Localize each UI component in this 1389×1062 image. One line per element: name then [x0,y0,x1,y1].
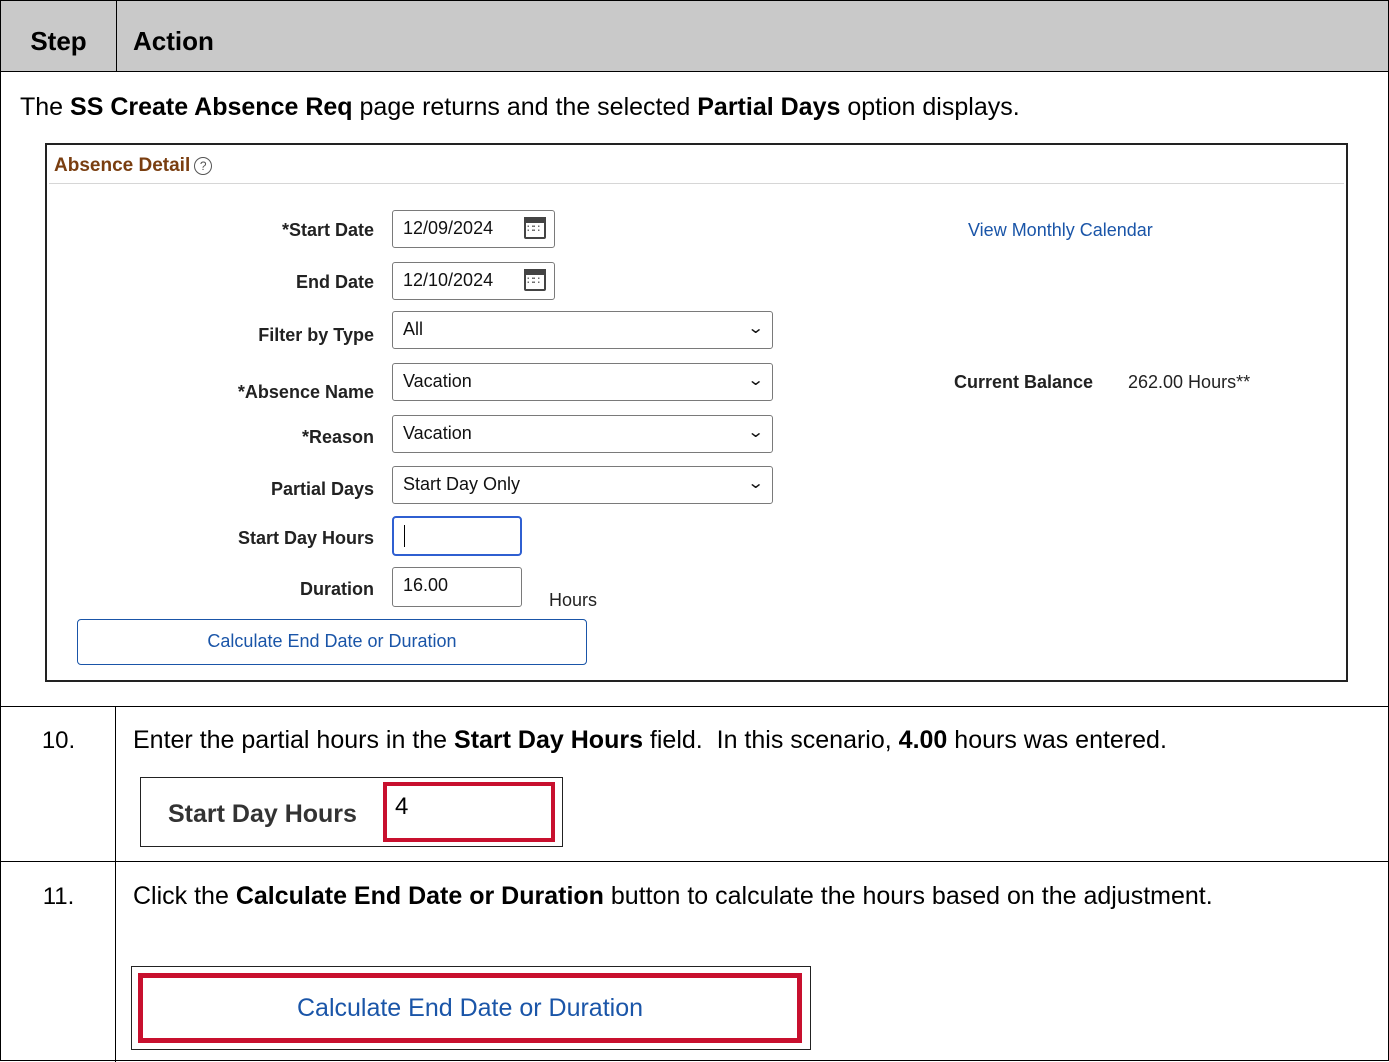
step-number: 10. [41,727,76,754]
chevron-down-icon: ⌄ [746,424,765,441]
end-date-field[interactable]: 12/10/2024 [392,262,555,300]
panel-title-text: Absence Detail [54,155,191,176]
start-date-field[interactable]: 12/09/2024 [392,210,555,248]
step-bold-button: Calculate End Date or Duration [235,882,604,910]
row-divider [1,706,1388,707]
calculate-end-date-button[interactable]: Calculate End Date or Duration [77,619,587,665]
start-date-label: *Start Date [281,220,374,240]
duration-label: Duration [300,579,374,599]
absence-name-select[interactable]: Vacation ⌄ [392,363,773,401]
reason-select[interactable]: Vacation ⌄ [392,415,773,453]
partial-days-value: Start Day Only [403,474,521,494]
intro-part: The [20,93,71,121]
start-date-value: 12/09/2024 [403,218,494,238]
panel-title: Absence Detail? [54,155,213,177]
step-bold-value: 4.00 [898,726,948,754]
intro-option-name: Partial Days [697,93,841,121]
header-step: Step [1,1,117,71]
step-text-part: button to calculate the hours based on t… [603,882,1213,910]
text-cursor [404,525,405,548]
duration-unit: Hours [549,590,598,610]
reason-value: Vacation [403,423,472,443]
panel-divider [49,183,1344,184]
intro-page-name: SS Create Absence Req [70,93,353,121]
calendar-icon[interactable] [524,269,546,291]
absence-name-label: *Absence Name [237,382,374,402]
header-action: Action [133,26,214,56]
step-11-text: Click the Calculate End Date or Duration… [133,879,1263,913]
intro-text: The SS Create Absence Req page returns a… [20,93,1020,122]
callout-calculate-button[interactable]: Calculate End Date or Duration [138,973,802,1043]
chevron-down-icon: ⌄ [746,320,765,337]
calendar-icon[interactable] [524,217,546,239]
table-header: Step Action [1,1,1388,72]
step-bold-field: Start Day Hours [454,726,643,754]
current-balance-value: 262.00 Hours** [1128,372,1251,392]
intro-part: page returns and the selected [352,93,698,121]
filter-by-type-value: All [403,319,424,339]
start-day-hours-callout: Start Day Hours 4 [140,777,563,847]
filter-by-type-select[interactable]: All ⌄ [392,311,773,349]
help-icon[interactable]: ? [194,157,213,175]
start-day-hours-input[interactable] [392,516,522,556]
absence-name-value: Vacation [403,371,472,391]
calculate-button-callout: Calculate End Date or Duration [131,966,811,1050]
step-text-part: Click the [133,882,236,910]
end-date-value: 12/10/2024 [403,270,494,290]
partial-days-select[interactable]: Start Day Only ⌄ [392,466,773,504]
chevron-down-icon: ⌄ [746,475,765,492]
filter-by-type-label: Filter by Type [258,325,374,345]
duration-field[interactable]: 16.00 [392,567,522,607]
current-balance-label: Current Balance [954,372,1094,392]
duration-value: 16.00 [403,575,449,595]
end-date-label: End Date [295,272,374,292]
view-monthly-calendar-link[interactable]: View Monthly Calendar [968,220,1153,241]
callout-start-day-hours-input[interactable]: 4 [383,782,555,842]
partial-days-label: Partial Days [270,479,374,499]
callout-label: Start Day Hours [168,800,357,828]
absence-detail-panel: Absence Detail? *Start Date 12/09/2024 E… [45,143,1348,682]
step-text-part: field. In this scenario, [642,726,899,754]
procedure-table: Step Action The SS Create Absence Req pa… [0,0,1389,1062]
intro-part: option displays. [840,93,1020,121]
step-10-text: Enter the partial hours in the Start Day… [133,723,1167,757]
step-text-part: hours was entered. [947,726,1167,754]
step-number: 11. [42,883,75,910]
start-day-hours-label: Start Day Hours [237,528,374,548]
reason-label: *Reason [301,427,374,447]
chevron-down-icon: ⌄ [746,372,765,389]
row-divider [1,861,1388,862]
step-text-part: Enter the partial hours in the [133,726,455,754]
